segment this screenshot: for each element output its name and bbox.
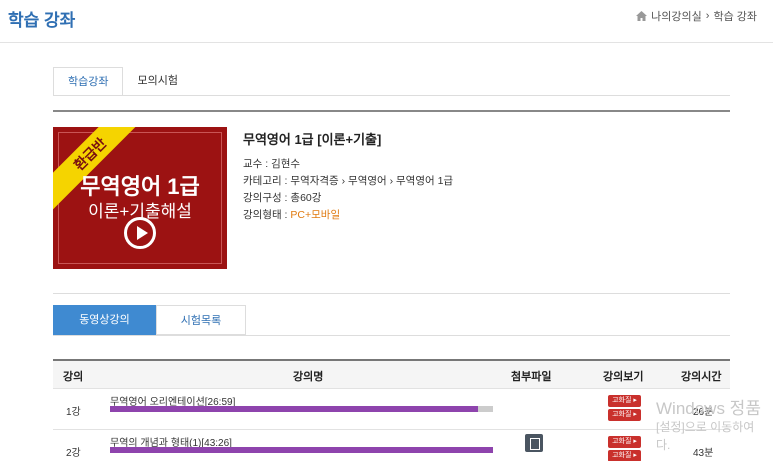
lecture-number: 1강 (66, 407, 81, 418)
attachment-icon[interactable] (525, 434, 543, 452)
tab-courses[interactable]: 학습강좌 (53, 67, 124, 96)
header-attachment: 첨부파일 (511, 371, 552, 383)
windows-activation-watermark-line3: 다. (656, 438, 671, 452)
content-divider (53, 293, 730, 294)
section-divider (53, 110, 730, 112)
hd-view-button[interactable]: 고화질 ▸ (608, 395, 641, 407)
professor-info: 교수 : 김현수 (243, 158, 301, 170)
progress-bar (110, 406, 493, 412)
progress-fill (110, 406, 478, 412)
sub-tabs: 동영상강의 시험목록 (53, 305, 246, 335)
hd-view-button[interactable]: 고화질 ▸ (608, 436, 641, 448)
lecture-duration: 43분 (693, 448, 714, 459)
composition-info: 강의구성 : 총60강 (243, 192, 322, 204)
home-icon[interactable] (636, 11, 648, 21)
course-title: 무역영어 1급 [이론+기출] (243, 132, 382, 147)
category-info: 카테고리 : 무역자격증 › 무역영어 › 무역영어 1급 (243, 175, 454, 187)
windows-activation-watermark-line2: [설정]으로 이동하여 (656, 420, 755, 434)
hd-view-button[interactable]: 고화질 ▸ (608, 450, 641, 461)
windows-activation-watermark: Windows 정품 (656, 399, 761, 418)
type-info: 강의형태 : PC+모바일 (243, 209, 341, 221)
progress-bar (110, 447, 493, 453)
hd-view-button[interactable]: 고화질 ▸ (608, 409, 641, 421)
tab-exam-list[interactable]: 시험목록 (156, 305, 246, 335)
tab-video-lectures[interactable]: 동영상강의 (53, 305, 156, 335)
sub-tabs-underline (53, 335, 730, 336)
table-header: 강의 강의명 첨부파일 강의보기 강의시간 (53, 361, 730, 388)
header-divider (0, 42, 773, 43)
table-row: 2강 무역의 개념과 형태(1)[43:26] 고화질 ▸ 고화질 ▸ 43분 (53, 430, 730, 461)
table-row: 1강 무역영어 오리엔테이션[26:59] 고화질 ▸ 고화질 ▸ 26분 (53, 389, 730, 429)
top-tabs: 학습강좌 모의시험 (53, 67, 192, 96)
lecture-number: 2강 (66, 448, 81, 459)
tab-mock-exam[interactable]: 모의시험 (123, 67, 191, 96)
play-icon[interactable] (124, 217, 156, 249)
tabs-underline (53, 95, 730, 96)
page-title: 학습 강좌 (8, 11, 76, 30)
breadcrumb-item-current: 학습 강좌 (713, 11, 757, 23)
header-lecture-no: 강의 (63, 371, 84, 383)
breadcrumb: 나의강의실 › 학습 강좌 (636, 8, 757, 24)
breadcrumb-item-my-classroom[interactable]: 나의강의실 (651, 8, 702, 24)
course-thumbnail[interactable]: 환급반 무역영어 1급 이론+기출해설 (53, 127, 227, 269)
header-watch: 강의보기 (603, 371, 644, 383)
header-duration: 강의시간 (681, 371, 722, 383)
header-lecture-title: 강의명 (293, 371, 324, 383)
breadcrumb-separator: › (705, 10, 710, 22)
progress-fill (110, 447, 493, 453)
